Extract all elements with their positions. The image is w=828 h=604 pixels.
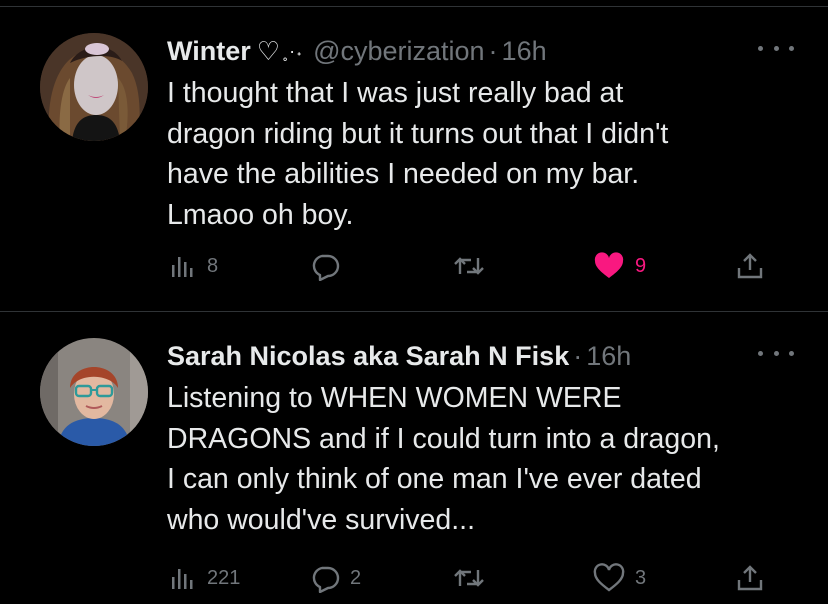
reply-count: 2 <box>350 566 362 589</box>
views-count: 8 <box>207 254 219 277</box>
retweet-icon <box>454 569 484 587</box>
like-icon <box>594 252 624 278</box>
share-icon <box>737 565 763 591</box>
like-button[interactable]: 3 <box>593 558 646 598</box>
tweet-text: Listening to WHEN WOMEN WERE DRAGONS and… <box>167 378 807 540</box>
reply-icon <box>312 254 340 281</box>
reply-icon <box>312 566 340 593</box>
tweet-text-line: I thought that I was just really bad at <box>167 77 624 109</box>
like-icon <box>593 563 625 592</box>
name-sparkle-decoration: ˳·˖ <box>282 40 304 61</box>
tweet-header: Sarah Nicolas aka Sarah N Fisk · 16h <box>167 336 631 376</box>
like-count: 9 <box>635 254 647 277</box>
tweet-text-line: who would've survived... <box>167 503 476 536</box>
views-button[interactable]: 221 <box>167 558 240 598</box>
tweet-header: Winter ♡ ˳·˖ @cyberization · 16h <box>167 31 547 71</box>
avatar-portrait-icon <box>40 33 148 141</box>
tweet-actions: 221 2 3 <box>167 558 777 598</box>
display-name[interactable]: Sarah Nicolas aka Sarah N Fisk <box>167 341 569 372</box>
avatar-portrait-icon <box>40 338 148 446</box>
tweet-text-line: have the abilities I needed on my bar. <box>167 158 640 190</box>
views-button[interactable]: 8 <box>167 246 218 286</box>
retweet-button[interactable] <box>453 558 495 598</box>
timestamp[interactable]: 16h <box>586 341 631 372</box>
more-icon[interactable] <box>758 40 794 56</box>
name-heart-decoration: ♡ <box>256 35 281 66</box>
views-count: 221 <box>207 566 241 589</box>
tweet[interactable]: Sarah Nicolas aka Sarah N Fisk · 16h Lis… <box>0 312 828 604</box>
retweet-button[interactable] <box>453 246 495 286</box>
reply-button[interactable] <box>310 246 350 286</box>
tweet-text: I thought that I was just really bad at … <box>167 73 807 235</box>
timestamp[interactable]: 16h <box>502 36 547 67</box>
display-name[interactable]: Winter <box>167 36 251 67</box>
tweet-text-line: I can only think of one man I've ever da… <box>167 463 702 495</box>
views-icon <box>172 257 193 277</box>
more-icon[interactable] <box>758 345 794 361</box>
tweet-text-line: Lmaoo oh boy. <box>167 198 354 231</box>
retweet-icon <box>454 257 484 275</box>
tweet-text-line: DRAGONS and if I could turn into a drago… <box>167 422 720 455</box>
avatar[interactable] <box>40 33 148 141</box>
views-icon <box>172 569 193 589</box>
tweet[interactable]: Winter ♡ ˳·˖ @cyberization · 16h I thoug… <box>0 7 828 311</box>
separator: · <box>573 340 583 371</box>
separator: · <box>488 35 498 66</box>
like-button[interactable]: 9 <box>593 246 646 286</box>
tweet-text-line: dragon riding but it turns out that I di… <box>167 117 669 150</box>
handle[interactable]: @cyberization <box>313 36 484 67</box>
share-button[interactable] <box>735 558 765 598</box>
reply-button[interactable]: 2 <box>310 558 361 598</box>
share-icon <box>737 253 763 279</box>
tweet-text-line: Listening to WHEN WOMEN WERE <box>167 382 622 414</box>
like-count: 3 <box>635 566 647 589</box>
share-button[interactable] <box>735 246 765 286</box>
tweet-actions: 8 9 <box>167 246 777 286</box>
avatar[interactable] <box>40 338 148 446</box>
